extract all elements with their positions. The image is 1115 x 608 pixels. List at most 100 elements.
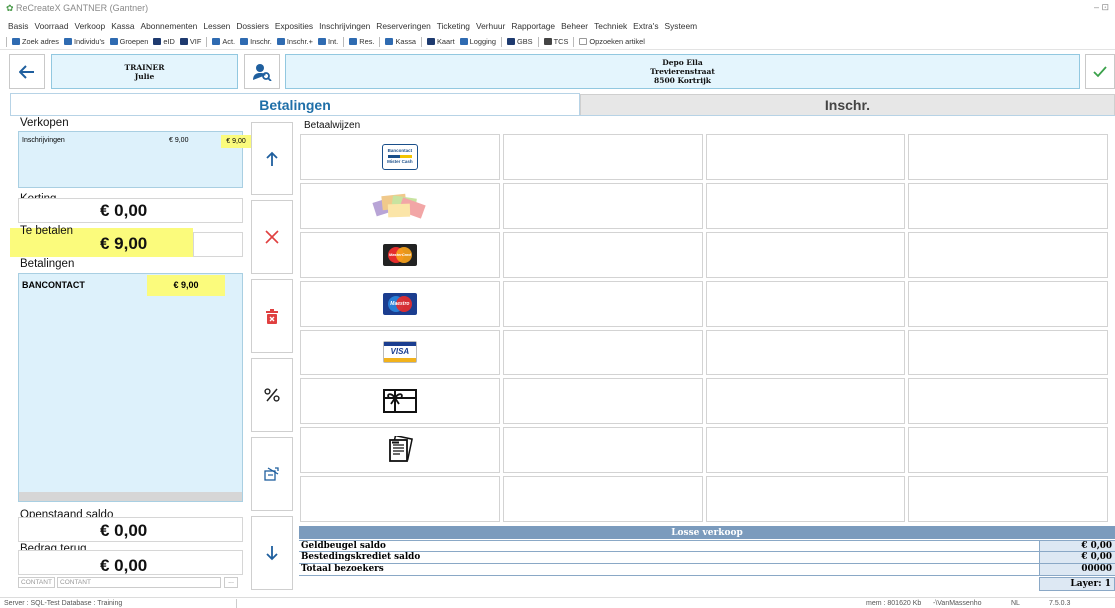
menu-inschrijvingen[interactable]: Inschrijvingen [319,21,370,31]
toolbar-item-inschr[interactable]: Inschr. [240,37,272,46]
payment-cash[interactable] [300,182,500,229]
discount-button[interactable] [251,358,293,432]
losse-verkoop-header: Losse verkoop [299,526,1115,539]
toolbar-separator [573,36,575,47]
menu-techniek[interactable]: Techniek [594,21,627,31]
menu-lessen[interactable]: Lessen [203,21,230,31]
toolbar-item-kaart[interactable]: Kaart [427,37,455,46]
toolbar-separator [421,36,422,47]
toolbar-item-zoek-adres[interactable]: Zoek adres [12,37,59,46]
betaling-method: BANCONTACT [22,280,85,290]
cash-notes-icon [372,193,426,219]
toolbar-label: VIF [189,37,202,46]
arrow-up-icon [266,151,278,166]
list-item[interactable]: Inschrijvingen € 9,00 € 9,00 [19,135,251,148]
toolbar-item-inschr[interactable]: Inschr.+ [276,37,313,46]
menu-extras[interactable]: Extra's [633,21,658,31]
move-up-button[interactable] [251,122,293,195]
transfer-button[interactable] [251,437,293,511]
menu-verkoop[interactable]: Verkoop [74,21,105,31]
toolbar-label: Act. [222,37,236,46]
toolbar-item-eid[interactable]: eID [153,37,175,46]
tab-divider [10,115,1115,116]
payment-maestro[interactable]: Maestro [300,280,500,327]
tab-betalingen[interactable]: Betalingen [10,93,580,116]
toolbar-item-act[interactable]: Act. [212,37,235,46]
menu-verhuur[interactable]: Verhuur [476,21,505,31]
toolbar-separator [6,36,7,47]
menu-bar: Basis Voorraad Verkoop Kassa Abonnemente… [0,18,1115,34]
menu-systeem[interactable]: Systeem [665,21,698,31]
payment-gift-card[interactable] [300,378,500,425]
tab-inschr[interactable]: Inschr. [580,94,1115,116]
toolbar-item-logging[interactable]: Logging [459,37,496,46]
toolbar-item-int[interactable]: Int. [317,37,338,46]
totaal-bezoekers-label: Totaal bezoekers [299,564,1039,575]
contant-field-1[interactable]: CONTANT [18,577,55,588]
toolbar-item-res[interactable]: Res. [349,37,374,46]
menu-rapportage[interactable]: Rapportage [511,21,555,31]
arrow-left-icon [19,64,34,79]
gift-card-icon [382,389,417,414]
toolbar-item-vif[interactable]: VIF [179,37,202,46]
cancel-line-button[interactable] [251,200,293,274]
toolbar-item-opzoeken-artikel[interactable]: Opzoeken artikel [579,37,645,46]
contant-more-button[interactable]: ... [224,577,238,588]
list-scrollbar[interactable] [19,492,242,501]
menu-ticketing[interactable]: Ticketing [437,21,470,31]
back-button[interactable] [9,54,45,89]
status-lang: NL [1011,600,1020,607]
person-search-icon [253,63,272,81]
payment-mastercard[interactable]: MasterCard [300,231,500,278]
location-info[interactable]: Depo Ella Trevierenstraat 8500 Kortrijk [285,54,1080,89]
toolbar-icon [459,38,468,45]
toolbar-item-kassa[interactable]: Kassa [385,37,416,46]
menu-reserveringen[interactable]: Reserveringen [376,21,430,31]
betaling-amount: € 9,00 [147,275,225,296]
toolbar-item-gbs[interactable]: GBS [506,37,533,46]
menu-exposities[interactable]: Exposities [275,21,313,31]
payment-voucher[interactable] [300,427,500,474]
toolbar-icon [506,38,515,45]
menu-basis[interactable]: Basis [8,21,28,31]
geldbeugel-row: Geldbeugel saldo € 0,00 [299,540,1115,552]
move-down-button[interactable] [251,516,293,590]
payment-bancontact[interactable]: Bancontact Mister Cash [300,134,500,180]
payment-method-grid: Bancontact Mister Cash MasterCard Maestr… [300,134,1108,522]
app-title: ✿ ReCreateX GANTNER (Gantner) [6,3,149,13]
menu-kassa[interactable]: Kassa [111,21,134,31]
mastercard-icon: MasterCard [382,243,417,266]
toolbar-item-tcs[interactable]: TCS [543,37,568,46]
toolbar-icon [543,38,552,45]
percent-icon [264,388,280,402]
delete-button[interactable] [251,279,293,353]
search-person-button[interactable] [244,54,280,89]
visa-icon: VISA [382,341,417,364]
verkopen-list[interactable]: Inschrijvingen € 9,00 € 9,00 [18,131,251,188]
voucher-icon [388,436,413,463]
te-betalen-label: Te betalen [20,225,74,237]
betalingen-list[interactable]: BANCONTACT € 9,00 [18,273,243,502]
layer-indicator: Layer: 1 [1039,577,1115,591]
payment-visa[interactable]: VISA [300,329,500,376]
menu-dossiers[interactable]: Dossiers [236,21,269,31]
toolbar-item-groepen[interactable]: Groepen [109,37,148,46]
contant-field-2[interactable]: CONTANT [57,577,221,588]
list-item[interactable]: BANCONTACT € 9,00 [19,275,242,296]
menu-voorraad[interactable]: Voorraad [34,21,68,31]
totaal-bezoekers-value: 00000 [1039,564,1115,575]
toolbar-label: Individu's [73,37,105,46]
toolbar-label: eID [163,37,175,46]
trainer-info[interactable]: TRAINER Julie [51,54,238,89]
trainer-name: Julie [134,71,155,81]
bestedingskrediet-value: € 0,00 [1039,552,1115,563]
app-logo-icon: ✿ [6,3,17,13]
toolbar-icon [317,38,326,45]
toolbar-label: Inschr. [250,37,272,46]
menu-abonnementen[interactable]: Abonnementen [141,21,198,31]
menu-beheer[interactable]: Beheer [561,21,588,31]
toolbar-item-individu-s[interactable]: Individu's [63,37,105,46]
toolbar-label: Opzoeken artikel [589,37,645,46]
window-controls[interactable]: – ⊡ [1094,2,1109,13]
confirm-button[interactable] [1085,54,1115,89]
